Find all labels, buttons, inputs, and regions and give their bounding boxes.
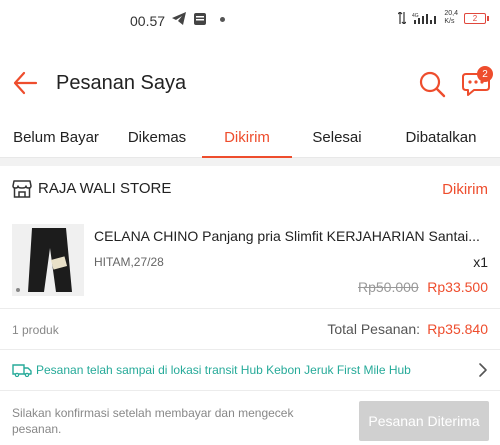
search-icon[interactable] [418, 70, 446, 98]
tab-belum-bayar[interactable]: Belum Bayar [0, 116, 112, 158]
confirm-note: Silakan konfirmasi setelah membayar dan … [12, 406, 294, 436]
shipping-status-row[interactable]: Pesanan telah sampai di lokasi transit H… [0, 350, 500, 390]
telegram-icon [172, 12, 186, 25]
product-quantity: x1 [473, 254, 488, 270]
net-type-label: 4G [412, 13, 419, 19]
discount-price: Rp33.500 [427, 279, 488, 295]
store-icon [12, 180, 32, 198]
order-item[interactable]: CELANA CHINO Panjang pria Slimfit KERJAH… [0, 214, 500, 306]
store-name: RAJA WALI STORE [38, 180, 172, 197]
tab-dikirim[interactable]: Dikirim [202, 116, 292, 158]
network-speed-unit: K/s [444, 18, 455, 25]
order-actions: Silakan konfirmasi setelah membayar dan … [0, 391, 500, 445]
battery-level: 2 [472, 13, 478, 23]
product-image [12, 224, 84, 296]
notification-dot [220, 17, 225, 22]
order-received-button[interactable]: Pesanan Diterima [359, 401, 489, 441]
message-icon [194, 12, 206, 25]
shipping-status-text: Pesanan telah sampai di lokasi transit H… [36, 363, 411, 377]
tab-dibatalkan[interactable]: Dibatalkan [382, 116, 500, 158]
battery-icon: 2 [464, 12, 489, 24]
section-separator [0, 158, 500, 166]
tab-dikemas[interactable]: Dikemas [112, 116, 202, 158]
status-notification-icons [172, 12, 206, 25]
total-label: Total Pesanan: [327, 321, 420, 337]
status-time: 00.57 [130, 13, 166, 29]
order-status-tabs: Belum Bayar Dikemas Dikirim Selesai Diba… [0, 116, 500, 158]
network-speed-value: 20,4 [444, 10, 458, 17]
chevron-right-icon [479, 363, 487, 377]
app-header: Pesanan Saya [0, 56, 500, 110]
page-title: Pesanan Saya [56, 72, 187, 94]
network-speed: 20,4 K/s [444, 10, 458, 26]
item-count: 1 produk [12, 323, 59, 337]
order-status: Dikirim [442, 181, 488, 198]
data-transfer-icon [398, 12, 407, 24]
back-arrow-icon[interactable] [12, 70, 40, 96]
total-value: Rp35.840 [427, 321, 488, 337]
original-price: Rp50.000 [358, 279, 419, 295]
signal-icon: 4G [412, 13, 437, 24]
product-variant: HITAM,27/28 [94, 255, 164, 269]
order-total-row: 1 produk Total Pesanan: Rp35.840 [0, 309, 500, 349]
store-header[interactable]: RAJA WALI STORE Dikirim [0, 166, 500, 212]
chat-notification-badge: 2 [477, 66, 493, 82]
product-name: CELANA CHINO Panjang pria Slimfit KERJAH… [94, 228, 480, 244]
truck-icon [12, 364, 32, 377]
status-bar: 00.57 4G 20,4 K/s 2 [0, 0, 500, 44]
tab-selesai[interactable]: Selesai [292, 116, 382, 158]
status-right-icons: 4G 20,4 K/s 2 [398, 10, 489, 26]
